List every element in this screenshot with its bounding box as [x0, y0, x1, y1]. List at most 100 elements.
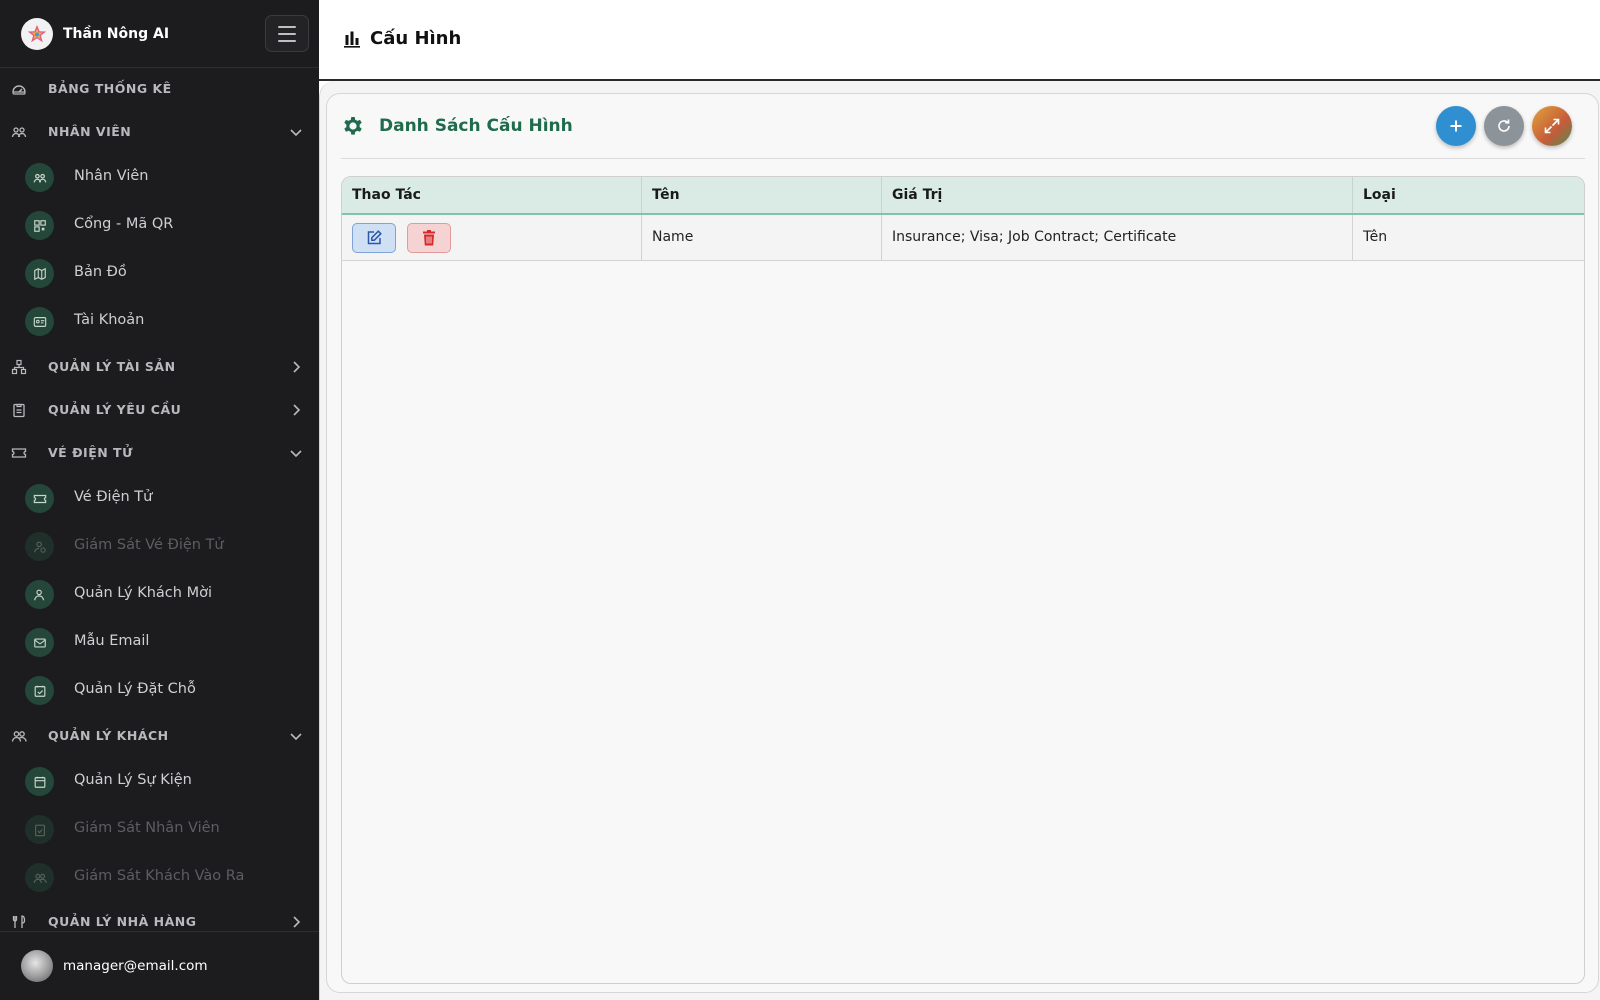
ticket-icon	[25, 484, 54, 513]
refresh-icon	[1498, 119, 1510, 132]
trash-icon	[423, 230, 435, 246]
hierarchy-icon	[11, 359, 27, 375]
sidebar-item-booking[interactable]: Quản Lý Đặt Chỗ	[0, 668, 319, 712]
user-check-icon	[25, 532, 54, 561]
users-icon	[25, 863, 54, 892]
people-icon	[25, 163, 54, 192]
sidebar-item-email-template[interactable]: Mẫu Email	[0, 620, 319, 664]
hamburger-icon	[278, 25, 296, 28]
sidebar-item-events[interactable]: Quản Lý Sự Kiện	[0, 759, 319, 803]
edit-icon	[367, 230, 382, 245]
chevron-right-icon	[293, 361, 301, 373]
sidebar-item-guest-in-out-monitor[interactable]: Giám Sát Khách Vào Ra	[0, 855, 319, 899]
sidebar: Thần Nông AI BẢNG THỐNG KÊ NHÂN VIÊN Nhâ…	[0, 0, 319, 1000]
row-actions	[342, 215, 642, 260]
sidebar-item-label: Giám Sát Khách Vào Ra	[74, 868, 245, 884]
chevron-down-icon	[290, 129, 302, 137]
card-title-text: Danh Sách Cấu Hình	[379, 116, 573, 136]
dashboard-icon	[12, 85, 26, 95]
sidebar-section-label: VÉ ĐIỆN TỬ	[48, 444, 134, 460]
star-logo-icon	[27, 24, 47, 42]
sidebar-item-staff[interactable]: Nhân Viên	[0, 155, 319, 199]
sidebar-item-label: Tài Khoản	[74, 312, 145, 328]
users-icon	[11, 731, 27, 742]
sidebar-item-label: Giám Sát Vé Điện Tử	[74, 537, 224, 553]
table-header: Thao Tác Tên Giá Trị Loại	[342, 177, 1584, 215]
app-name: Thần Nông AI	[63, 25, 170, 42]
menu-toggle-button[interactable]	[265, 15, 309, 52]
sidebar-item-label: Quản Lý Đặt Chỗ	[74, 681, 196, 697]
column-header[interactable]: Giá Trị	[882, 177, 1353, 213]
sidebar-item-label: Mẫu Email	[74, 633, 150, 649]
sidebar-item-account[interactable]: Tài Khoản	[0, 299, 319, 343]
people-icon	[11, 127, 27, 138]
column-header[interactable]: Tên	[642, 177, 882, 213]
chevron-right-icon	[293, 404, 301, 416]
chevron-down-icon	[290, 733, 302, 741]
sidebar-item-e-ticket[interactable]: Vé Điện Tử	[0, 476, 319, 520]
calendar-check-icon	[25, 676, 54, 705]
sidebar-item-label: Cổng - Mã QR	[74, 216, 174, 232]
cell-name: Name	[642, 215, 882, 260]
sidebar-item-staff-monitor[interactable]: Giám Sát Nhân Viên	[0, 807, 319, 851]
add-icon	[1450, 120, 1462, 132]
sidebar-item-label: Quản Lý Khách Mời	[74, 585, 212, 601]
bar-chart-icon	[344, 31, 360, 48]
cell-type: Tên	[1363, 229, 1388, 245]
card-header: Danh Sách Cấu Hình	[341, 106, 1585, 159]
clipboard-icon	[13, 403, 25, 418]
chevron-right-icon	[293, 916, 301, 928]
brand: Thần Nông AI	[0, 0, 319, 68]
sidebar-item-map[interactable]: Bản Đồ	[0, 251, 319, 295]
sidebar-section-label: NHÂN VIÊN	[48, 123, 132, 139]
sidebar-section-label: QUẢN LÝ KHÁCH	[48, 727, 169, 743]
cell-value: Insurance; Visa; Job Contract; Certifica…	[882, 215, 1353, 260]
sidebar-item-label: Quản Lý Sự Kiện	[74, 772, 192, 788]
sidebar-item-label: Bản Đồ	[74, 264, 127, 280]
column-header[interactable]: Thao Tác	[342, 177, 642, 213]
user-icon	[25, 580, 54, 609]
page-title-text: Cấu Hình	[370, 28, 462, 49]
app-logo	[21, 17, 53, 50]
table-row: Name Insurance; Visa; Job Contract; Cert…	[342, 215, 1584, 261]
sidebar-section-assets[interactable]: QUẢN LÝ TÀI SẢN	[0, 346, 319, 386]
top-bar: Cấu Hình	[319, 0, 1600, 81]
config-table: Thao Tác Tên Giá Trị Loại Name Insurance…	[341, 176, 1585, 984]
qr-icon	[25, 211, 54, 240]
sidebar-item-qr-gate[interactable]: Cổng - Mã QR	[0, 203, 319, 247]
chevron-down-icon	[290, 450, 302, 458]
sidebar-item-label: Vé Điện Tử	[74, 489, 153, 505]
sidebar-section-dashboard[interactable]: BẢNG THỐNG KÊ	[0, 68, 319, 108]
clipboard-check-icon	[25, 815, 54, 844]
sidebar-section-e-ticket[interactable]: VÉ ĐIỆN TỬ	[0, 432, 319, 472]
sidebar-item-ticket-monitor[interactable]: Giám Sát Vé Điện Tử	[0, 524, 319, 568]
id-card-icon	[25, 307, 54, 336]
calendar-icon	[25, 767, 54, 796]
sidebar-item-guest-management[interactable]: Quản Lý Khách Mời	[0, 572, 319, 616]
config-card: Danh Sách Cấu Hình Thao Tác Tên Giá Trị …	[326, 93, 1599, 993]
restaurant-icon	[12, 915, 26, 928]
expand-button[interactable]	[1532, 106, 1572, 146]
page-title: Cấu Hình	[343, 28, 461, 49]
user-email: manager@email.com	[63, 958, 208, 974]
add-button[interactable]	[1436, 106, 1476, 146]
refresh-button[interactable]	[1484, 106, 1524, 146]
map-icon	[25, 259, 54, 288]
sidebar-item-label: Giám Sát Nhân Viên	[74, 820, 220, 836]
sidebar-section-requests[interactable]: QUẢN LÝ YÊU CẦU	[0, 389, 319, 429]
mail-icon	[25, 628, 54, 657]
column-header[interactable]: Loại	[1353, 177, 1584, 213]
gear-icon	[344, 117, 362, 135]
sidebar-section-label: QUẢN LÝ YÊU CẦU	[48, 401, 182, 417]
ticket-icon	[11, 448, 27, 458]
avatar	[21, 950, 53, 982]
sidebar-section-label: QUẢN LÝ TÀI SẢN	[48, 358, 176, 374]
edit-button[interactable]	[352, 223, 396, 253]
sidebar-section-label: BẢNG THỐNG KÊ	[48, 80, 172, 96]
sidebar-section-guests[interactable]: QUẢN LÝ KHÁCH	[0, 715, 319, 755]
user-profile[interactable]: manager@email.com	[0, 931, 319, 1000]
sidebar-section-staff[interactable]: NHÂN VIÊN	[0, 111, 319, 151]
sidebar-section-label: QUẢN LÝ NHÀ HÀNG	[48, 913, 197, 929]
card-title: Danh Sách Cấu Hình	[341, 114, 573, 138]
delete-button[interactable]	[407, 223, 451, 253]
